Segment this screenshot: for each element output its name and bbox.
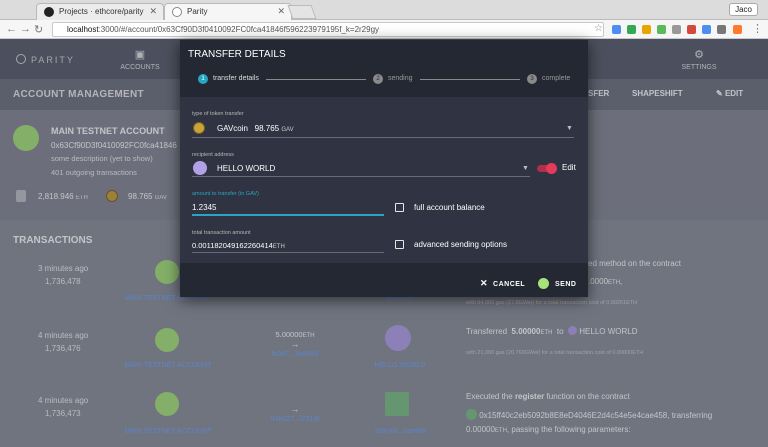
back-arrow-icon[interactable]: ← [6, 23, 17, 35]
extension-icon[interactable] [657, 25, 666, 34]
advanced-options-label: advanced sending options [414, 240, 507, 249]
browser-tab-parity[interactable]: Parity ✕ [164, 3, 292, 20]
extension-icon[interactable] [687, 25, 696, 34]
cancel-button[interactable]: ✕ CANCEL [480, 278, 525, 289]
full-balance-checkbox[interactable] [395, 203, 404, 212]
extension-icon[interactable] [733, 25, 742, 34]
url-path: :3000/#/account/0x63Cf90D3f0410092FC0fca… [98, 25, 380, 34]
full-balance-label: full account balance [414, 203, 485, 212]
parity-tab-icon [172, 7, 182, 17]
edit-toggle[interactable] [537, 163, 557, 174]
step-connector [420, 79, 520, 80]
reload-icon[interactable]: ↻ [34, 23, 43, 36]
extension-icon[interactable] [627, 25, 636, 34]
amount-label: amount to transfer (in GAV) [192, 191, 259, 197]
dialog-title: TRANSFER DETAILS [188, 49, 286, 60]
browser-tab-strip: Projects · ethcore/parity ✕ Parity ✕ Jac… [0, 0, 768, 20]
close-icon[interactable]: ✕ [149, 6, 157, 17]
send-identicon [538, 278, 549, 289]
close-icon[interactable]: ✕ [277, 6, 285, 17]
tab-title: Projects · ethcore/parity [59, 7, 144, 16]
field-underline [192, 176, 530, 177]
field-underline [192, 252, 384, 253]
edit-toggle-label: Edit [562, 163, 576, 172]
toggle-knob [546, 163, 557, 174]
gavcoin-icon [193, 122, 205, 134]
step-complete: 3 complete [527, 74, 570, 84]
url-host: localhost [67, 25, 99, 34]
bookmark-star-icon[interactable]: ☆ [594, 23, 603, 34]
browser-tab-github[interactable]: Projects · ethcore/parity ✕ [36, 3, 164, 20]
address-bar[interactable]: localhost:3000/#/account/0x63Cf90D3f0410… [52, 22, 604, 37]
step-connector [266, 79, 366, 80]
recipient-label: recipient address [192, 152, 234, 158]
field-underline-focused [192, 214, 384, 216]
field-underline [192, 137, 574, 138]
advanced-options-checkbox[interactable] [395, 240, 404, 249]
chevron-down-icon[interactable]: ▼ [566, 125, 573, 132]
profile-button[interactable]: Jaco [729, 3, 758, 16]
step-sending: 2 sending [373, 74, 413, 84]
transfer-dialog: TRANSFER DETAILS 1 transfer details 2 send… [180, 40, 588, 297]
amount-input[interactable]: 1.2345 [192, 203, 216, 212]
tab-title: Parity [187, 7, 208, 16]
recipient-select[interactable]: HELLO WORLD [217, 164, 275, 173]
new-tab-button[interactable] [287, 5, 317, 19]
extension-icon[interactable] [612, 25, 621, 34]
total-value: 0.001182049162260414ETH [192, 241, 285, 250]
total-label: total transaction amount [192, 230, 251, 236]
step-transfer-details: 1 transfer details [198, 74, 259, 84]
github-icon [44, 7, 54, 17]
extension-icon[interactable] [642, 25, 651, 34]
send-button[interactable]: SEND [538, 278, 576, 289]
token-select[interactable]: GAVcoin 98.765 GAV [217, 124, 294, 133]
dialog-body: type of token transfer GAVcoin 98.765 GA… [180, 97, 588, 263]
chevron-down-icon[interactable]: ▼ [522, 165, 529, 172]
extension-icon[interactable] [672, 25, 681, 34]
forward-arrow-icon[interactable]: → [20, 23, 31, 35]
recipient-identicon [193, 161, 207, 175]
extension-icon[interactable] [702, 25, 711, 34]
close-icon: ✕ [480, 278, 489, 288]
browser-toolbar: ← → ↻ localhost:3000/#/account/0x63Cf90D… [0, 20, 768, 39]
extension-icon[interactable] [717, 25, 726, 34]
token-type-label: type of token transfer [192, 111, 244, 117]
menu-icon[interactable]: ⋮ [752, 22, 763, 35]
